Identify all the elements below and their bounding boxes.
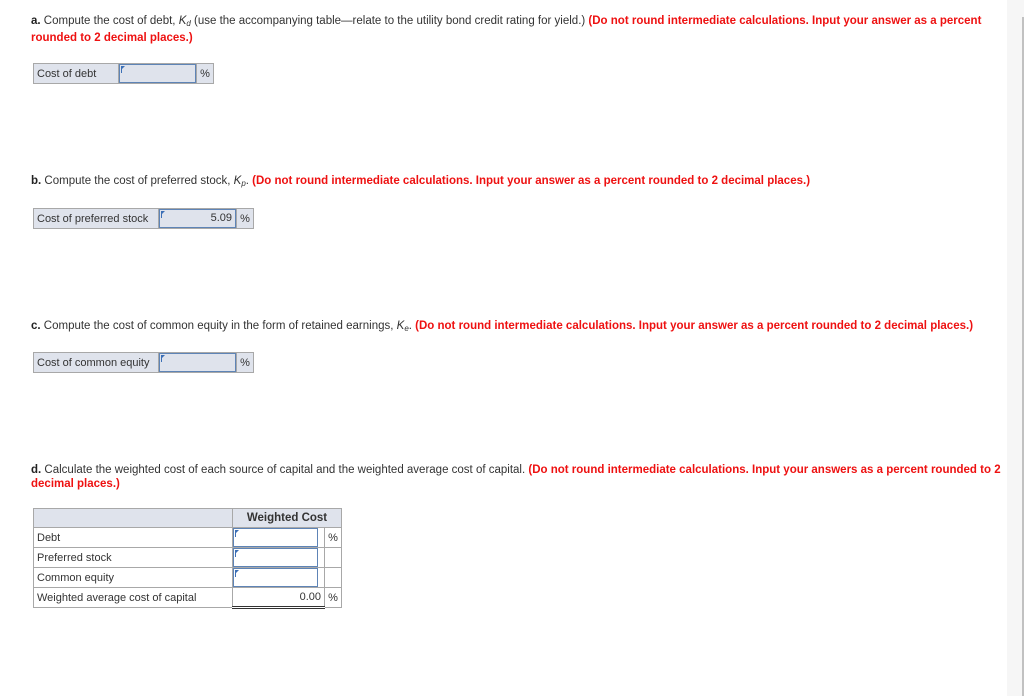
percent-unit: % [236, 208, 254, 229]
question-letter: b. [31, 175, 42, 187]
table-header-row: Weighted Cost [33, 508, 342, 528]
weighted-preferred-input[interactable] [233, 548, 318, 567]
instruction-warning: (Do not round intermediate calculations.… [415, 320, 974, 332]
row-label: Preferred stock [33, 547, 233, 568]
percent-unit: % [324, 527, 342, 548]
cost-of-preferred-label: Cost of preferred stock [33, 208, 159, 229]
cost-of-preferred-table: Cost of preferred stock 5.09 % [33, 208, 254, 229]
prompt-text: Compute the cost of preferred stock, [41, 175, 234, 187]
weighted-cost-table: Weighted Cost Debt % Preferred stock Com… [33, 508, 342, 609]
weighted-common-cell [232, 567, 325, 588]
variable-kp: Kp [234, 175, 246, 188]
vertical-scrollbar[interactable] [1007, 0, 1024, 696]
prompt-text: Compute the cost of debt, [40, 15, 179, 27]
cost-of-equity-cell [158, 352, 237, 373]
assignment-page: a. Compute the cost of debt, Kd (use the… [0, 0, 1024, 696]
weighted-debt-cell [232, 527, 325, 548]
question-d-prompt: d. Calculate the weighted cost of each s… [31, 463, 1016, 491]
variable-kd: Kd [179, 15, 191, 28]
table-row-debt: Debt % [33, 527, 342, 548]
question-c-prompt: c. Compute the cost of common equity in … [31, 319, 1016, 336]
input-flag-icon [161, 211, 165, 218]
percent-unit: % [196, 63, 214, 84]
variable-ke: Ke [397, 320, 409, 333]
input-flag-icon [235, 570, 239, 577]
percent-unit: % [236, 352, 254, 373]
percent-unit [324, 567, 342, 588]
cost-of-equity-label: Cost of common equity [33, 352, 159, 373]
cost-of-debt-table: Cost of debt % [33, 63, 214, 84]
cost-of-debt-label: Cost of debt [33, 63, 119, 84]
weighted-common-input[interactable] [233, 568, 318, 587]
table-row-preferred: Preferred stock [33, 547, 342, 568]
question-letter: c. [31, 320, 41, 332]
wacc-value: 0.00 [232, 587, 325, 609]
percent-unit: % [324, 587, 342, 608]
input-flag-icon [235, 550, 239, 557]
weighted-cost-header: Weighted Cost [232, 508, 342, 528]
cost-of-equity-table: Cost of common equity % [33, 352, 254, 373]
header-blank [33, 508, 233, 528]
cost-of-debt-cell [118, 63, 197, 84]
table-row-wacc: Weighted average cost of capital 0.00 % [33, 587, 342, 609]
question-letter: a. [31, 15, 41, 27]
question-b-prompt: b. Compute the cost of preferred stock, … [31, 174, 1016, 191]
weighted-preferred-cell [232, 547, 325, 568]
row-label: Common equity [33, 567, 233, 588]
input-flag-icon [121, 66, 125, 73]
prompt-text: Calculate the weighted cost of each sour… [41, 464, 529, 476]
cost-of-preferred-cell: 5.09 [158, 208, 237, 229]
row-label: Debt [33, 527, 233, 548]
cost-of-equity-input[interactable] [159, 353, 236, 372]
input-flag-icon [235, 530, 239, 537]
percent-unit [324, 547, 342, 568]
instruction-warning: (Do not round intermediate calculations.… [252, 175, 811, 187]
row-label: Weighted average cost of capital [33, 587, 233, 608]
prompt-text: (use the accompanying table—relate to th… [190, 15, 589, 27]
cost-of-preferred-input[interactable]: 5.09 [159, 209, 236, 228]
question-letter: d. [31, 464, 42, 476]
question-a-prompt: a. Compute the cost of debt, Kd (use the… [31, 14, 1016, 45]
weighted-debt-input[interactable] [233, 528, 318, 547]
prompt-text: Compute the cost of common equity in the… [40, 320, 397, 332]
input-value: 5.09 [210, 212, 232, 224]
cost-of-debt-input[interactable] [119, 64, 196, 83]
table-row-common: Common equity [33, 567, 342, 588]
input-flag-icon [161, 355, 165, 362]
